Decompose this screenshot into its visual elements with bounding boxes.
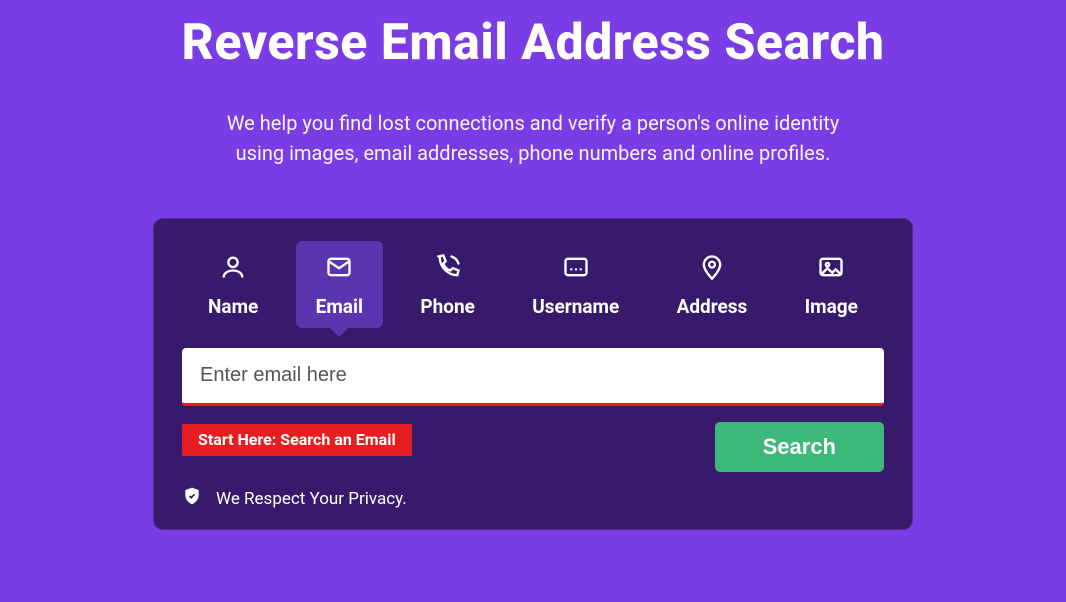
start-here-hint: Start Here: Search an Email bbox=[182, 424, 412, 456]
tab-label: Address bbox=[677, 295, 748, 318]
phone-icon bbox=[434, 253, 462, 285]
search-tabs: Name Email Phone Username Address bbox=[182, 241, 884, 328]
email-search-input[interactable] bbox=[182, 348, 884, 406]
tab-label: Username bbox=[532, 295, 619, 318]
privacy-row: We Respect Your Privacy. bbox=[182, 486, 884, 511]
shield-icon bbox=[182, 486, 202, 511]
tab-label: Name bbox=[208, 295, 258, 318]
page-subtitle: We help you find lost connections and ve… bbox=[213, 108, 853, 168]
privacy-text: We Respect Your Privacy. bbox=[216, 489, 407, 509]
tab-email[interactable]: Email bbox=[296, 241, 383, 328]
page-title: Reverse Email Address Search bbox=[182, 14, 885, 72]
address-icon bbox=[698, 253, 726, 285]
search-button[interactable]: Search bbox=[715, 422, 884, 472]
search-panel: Name Email Phone Username Address bbox=[153, 218, 913, 530]
tab-label: Image bbox=[805, 295, 858, 318]
person-icon bbox=[219, 253, 247, 285]
search-below-row: Start Here: Search an Email Search bbox=[182, 422, 884, 472]
tab-address[interactable]: Address bbox=[657, 241, 768, 328]
tab-label: Phone bbox=[420, 295, 475, 318]
tab-image[interactable]: Image bbox=[785, 241, 878, 328]
image-icon bbox=[817, 253, 845, 285]
tab-phone[interactable]: Phone bbox=[400, 241, 495, 328]
username-icon bbox=[562, 253, 590, 285]
email-icon bbox=[325, 253, 353, 285]
tab-name[interactable]: Name bbox=[188, 241, 278, 328]
tab-label: Email bbox=[316, 295, 363, 318]
tab-username[interactable]: Username bbox=[512, 241, 639, 328]
